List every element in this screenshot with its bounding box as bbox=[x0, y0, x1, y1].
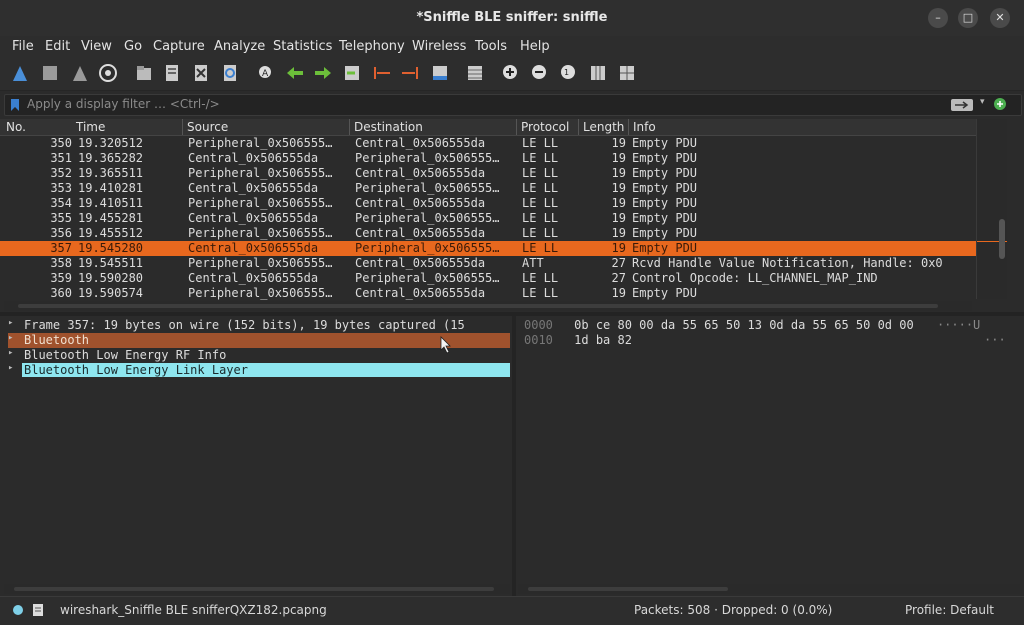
packet-list: 350 19.320512 Peripheral_0x506555… Centr… bbox=[0, 136, 976, 300]
display-filter-input[interactable]: Apply a display filter … <Ctrl-/> ▾ bbox=[4, 94, 1022, 116]
col-protocol[interactable]: Protocol bbox=[521, 120, 569, 134]
start-capture-icon[interactable] bbox=[10, 63, 30, 83]
svg-text:A: A bbox=[262, 69, 269, 79]
capture-options-icon[interactable] bbox=[98, 63, 118, 83]
packet-row[interactable]: 359 19.590280 Central_0x506555da Periphe… bbox=[0, 271, 976, 286]
col-length[interactable]: Length bbox=[583, 120, 624, 134]
bytes-line[interactable]: 0010 1d ba 82 ··· bbox=[524, 333, 1006, 348]
add-filter-icon[interactable] bbox=[993, 97, 1007, 111]
main-toolbar: A 1 bbox=[0, 58, 1024, 91]
packet-row[interactable]: 351 19.365282 Central_0x506555da Periphe… bbox=[0, 151, 976, 166]
packet-row[interactable]: 356 19.455512 Peripheral_0x506555… Centr… bbox=[0, 226, 976, 241]
capture-status-icon[interactable] bbox=[12, 604, 24, 616]
menu-help[interactable]: Help bbox=[520, 39, 550, 54]
title-bar: *Sniffle BLE sniffer: sniffle – □ ✕ bbox=[0, 0, 1024, 37]
menu-statistics[interactable]: Statistics bbox=[273, 39, 332, 54]
window-title: *Sniffle BLE sniffer: sniffle bbox=[416, 10, 608, 25]
reload-file-icon[interactable] bbox=[220, 63, 240, 83]
col-destination[interactable]: Destination bbox=[354, 120, 423, 134]
normal-size-icon[interactable]: 1 bbox=[559, 63, 579, 83]
first-packet-icon[interactable] bbox=[372, 63, 392, 83]
zoom-out-icon[interactable] bbox=[530, 63, 550, 83]
detail-bluetooth[interactable]: ▸ Bluetooth bbox=[8, 333, 510, 348]
close-button[interactable]: ✕ bbox=[990, 8, 1010, 28]
packet-row[interactable]: 360 19.590574 Peripheral_0x506555… Centr… bbox=[0, 286, 976, 300]
minimize-button[interactable]: – bbox=[928, 8, 948, 28]
packet-row[interactable]: 354 19.410511 Peripheral_0x506555… Centr… bbox=[0, 196, 976, 211]
go-to-packet-icon[interactable] bbox=[342, 63, 362, 83]
colorize-icon[interactable] bbox=[465, 63, 485, 83]
expand-arrow-icon[interactable]: ▸ bbox=[8, 348, 13, 358]
status-packets: Packets: 508 · Dropped: 0 (0.0%) bbox=[634, 603, 833, 617]
last-packet-icon[interactable] bbox=[400, 63, 420, 83]
close-file-icon[interactable] bbox=[191, 63, 211, 83]
restart-capture-icon[interactable] bbox=[70, 63, 90, 83]
resize-columns-icon[interactable] bbox=[588, 63, 608, 83]
layout-icon[interactable] bbox=[617, 63, 637, 83]
maximize-button[interactable]: □ bbox=[958, 8, 978, 28]
save-file-icon[interactable] bbox=[162, 63, 182, 83]
apply-filter-icon[interactable] bbox=[951, 99, 973, 111]
menu-edit[interactable]: Edit bbox=[45, 39, 70, 54]
menu-file[interactable]: File bbox=[12, 39, 34, 54]
col-info[interactable]: Info bbox=[633, 120, 656, 134]
detail-frame[interactable]: ▸ Frame 357: 19 bytes on wire (152 bits)… bbox=[8, 318, 510, 333]
bytes-line[interactable]: 0000 0b ce 80 00 da 55 65 50 13 0d da 55… bbox=[524, 318, 980, 333]
detail-ble-rf-info[interactable]: ▸ Bluetooth Low Energy RF Info bbox=[8, 348, 510, 363]
go-forward-icon[interactable] bbox=[313, 63, 333, 83]
status-profile[interactable]: Profile: Default bbox=[905, 603, 994, 617]
menu-tools[interactable]: Tools bbox=[475, 39, 507, 54]
vscroll-thumb[interactable] bbox=[999, 219, 1005, 259]
details-hscroll[interactable] bbox=[4, 584, 510, 594]
menu-go[interactable]: Go bbox=[124, 39, 142, 54]
open-file-icon[interactable] bbox=[134, 63, 154, 83]
col-source[interactable]: Source bbox=[187, 120, 228, 134]
filter-placeholder: Apply a display filter … <Ctrl-/> bbox=[27, 97, 220, 111]
packet-details-pane: ▸ Frame 357: 19 bytes on wire (152 bits)… bbox=[0, 316, 512, 584]
expand-arrow-icon[interactable]: ▸ bbox=[8, 363, 13, 373]
packet-row[interactable]: 350 19.320512 Peripheral_0x506555… Centr… bbox=[0, 136, 976, 151]
expand-arrow-icon[interactable]: ▸ bbox=[8, 333, 13, 343]
go-back-icon[interactable] bbox=[285, 63, 305, 83]
menu-bar: File Edit View Go Capture Analyze Statis… bbox=[0, 36, 1024, 58]
packet-row-selected[interactable]: 357 19.545280 Central_0x506555da Periphe… bbox=[0, 241, 976, 256]
col-time[interactable]: Time bbox=[76, 120, 105, 134]
stop-capture-icon[interactable] bbox=[40, 63, 60, 83]
zoom-in-icon[interactable] bbox=[501, 63, 521, 83]
packet-list-vscroll[interactable] bbox=[976, 119, 1007, 299]
svg-text:1: 1 bbox=[564, 68, 569, 77]
menu-view[interactable]: View bbox=[81, 39, 112, 54]
filter-dropdown-icon[interactable]: ▾ bbox=[980, 97, 985, 107]
bookmark-icon[interactable] bbox=[10, 98, 20, 112]
status-filename: wireshark_Sniffle BLE snifferQXZ182.pcap… bbox=[60, 603, 327, 617]
packet-list-header: No. Time Source Destination Protocol Len… bbox=[0, 119, 976, 136]
find-packet-icon[interactable]: A bbox=[256, 63, 276, 83]
menu-capture[interactable]: Capture bbox=[153, 39, 205, 54]
bytes-hscroll[interactable] bbox=[518, 584, 1020, 594]
packet-row[interactable]: 358 19.545511 Peripheral_0x506555… Centr… bbox=[0, 256, 976, 271]
packet-row[interactable]: 355 19.455281 Central_0x506555da Periphe… bbox=[0, 211, 976, 226]
mouse-cursor-icon bbox=[440, 336, 451, 354]
packet-list-hscroll[interactable] bbox=[4, 301, 972, 311]
hscroll-thumb[interactable] bbox=[18, 304, 938, 308]
packet-bytes-pane: 0000 0b ce 80 00 da 55 65 50 13 0d da 55… bbox=[516, 316, 1024, 584]
packet-row[interactable]: 352 19.365511 Peripheral_0x506555… Centr… bbox=[0, 166, 976, 181]
capture-comment-icon[interactable] bbox=[32, 603, 44, 617]
expand-arrow-icon[interactable]: ▸ bbox=[8, 318, 13, 328]
status-bar: wireshark_Sniffle BLE snifferQXZ182.pcap… bbox=[0, 596, 1024, 625]
col-no[interactable]: No. bbox=[6, 120, 26, 134]
auto-scroll-icon[interactable] bbox=[430, 63, 450, 83]
detail-ble-link-layer[interactable]: ▸ Bluetooth Low Energy Link Layer bbox=[8, 363, 510, 378]
menu-analyze[interactable]: Analyze bbox=[214, 39, 265, 54]
menu-telephony[interactable]: Telephony bbox=[339, 39, 405, 54]
packet-row[interactable]: 353 19.410281 Central_0x506555da Periphe… bbox=[0, 181, 976, 196]
menu-wireless[interactable]: Wireless bbox=[412, 39, 466, 54]
